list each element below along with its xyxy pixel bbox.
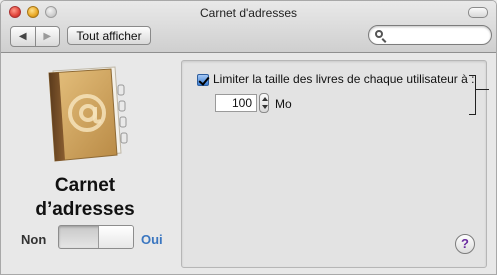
search-input[interactable]	[387, 28, 489, 44]
limit-size-unit: Mo	[275, 97, 292, 111]
limit-size-stepper[interactable]	[259, 93, 269, 113]
stepper-down-icon[interactable]	[262, 105, 268, 109]
limit-size-input[interactable]: 100	[215, 94, 257, 112]
chevron-right-icon: ▶	[43, 31, 52, 42]
limit-size-label[interactable]: Limiter la taille des livres de chaque u…	[213, 72, 474, 86]
forward-button[interactable]: ▶	[34, 27, 60, 46]
limit-size-checkbox[interactable]	[197, 74, 209, 86]
window-title: Carnet d'adresses	[199, 6, 297, 20]
search-icon	[375, 30, 383, 38]
toolbar-toggle-button[interactable]	[468, 7, 488, 18]
chevron-left-icon: ◀	[18, 31, 27, 42]
toggle-off-label: Non	[21, 232, 47, 247]
back-button[interactable]: ◀	[11, 27, 35, 46]
app-name-line2: d’adresses	[35, 199, 135, 220]
service-toggle[interactable]	[58, 225, 134, 249]
navigation-buttons: ◀ ▶	[10, 26, 60, 47]
app-name: Carnet d’adresses	[11, 174, 159, 222]
bracket-connector	[475, 89, 489, 90]
title-bar: Carnet d'adresses ◀ ▶ Tout afficher	[1, 1, 496, 53]
settings-panel: Limiter la taille des livres de chaque u…	[181, 60, 489, 268]
search-field[interactable]	[368, 25, 492, 45]
service-sidebar: Carnet d’adresses Non Oui	[1, 53, 167, 274]
help-button[interactable]: ?	[455, 234, 475, 254]
address-book-icon	[48, 66, 128, 162]
stepper-up-icon[interactable]	[262, 97, 268, 101]
show-all-button[interactable]: Tout afficher	[67, 26, 151, 45]
preferences-window: Carnet d'adresses ◀ ▶ Tout afficher Carn…	[0, 0, 497, 275]
toggle-on-label: Oui	[141, 232, 163, 247]
bracket-line	[469, 75, 476, 115]
toggle-knob[interactable]	[98, 226, 133, 248]
app-name-line1: Carnet	[54, 175, 116, 196]
